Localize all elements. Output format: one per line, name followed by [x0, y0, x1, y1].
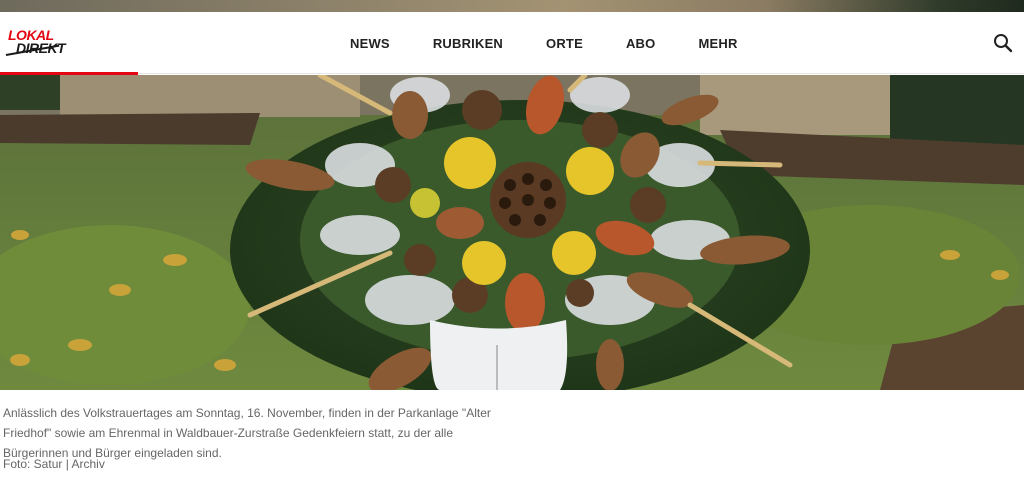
photo-caption: Anlässlich des Volkstrauertages am Sonnt…	[3, 406, 491, 460]
nav-abo[interactable]: ABO	[626, 36, 656, 51]
search-icon[interactable]	[993, 33, 1013, 53]
site-logo[interactable]: LOKAL DIREKT	[5, 26, 66, 62]
hero-image	[0, 75, 1024, 390]
top-photo-strip	[0, 0, 1024, 12]
nav-mehr[interactable]: MEHR	[698, 36, 737, 51]
nav-news[interactable]: NEWS	[350, 36, 390, 51]
nav-rubriken[interactable]: RUBRIKEN	[433, 36, 503, 51]
nav-orte[interactable]: ORTE	[546, 36, 583, 51]
site-header: LOKAL DIREKT NEWS RUBRIKEN ORTE ABO MEHR	[0, 12, 1024, 74]
photo-credit: Foto: Satur | Archiv	[3, 457, 105, 471]
main-nav: NEWS RUBRIKEN ORTE ABO MEHR	[350, 12, 781, 74]
